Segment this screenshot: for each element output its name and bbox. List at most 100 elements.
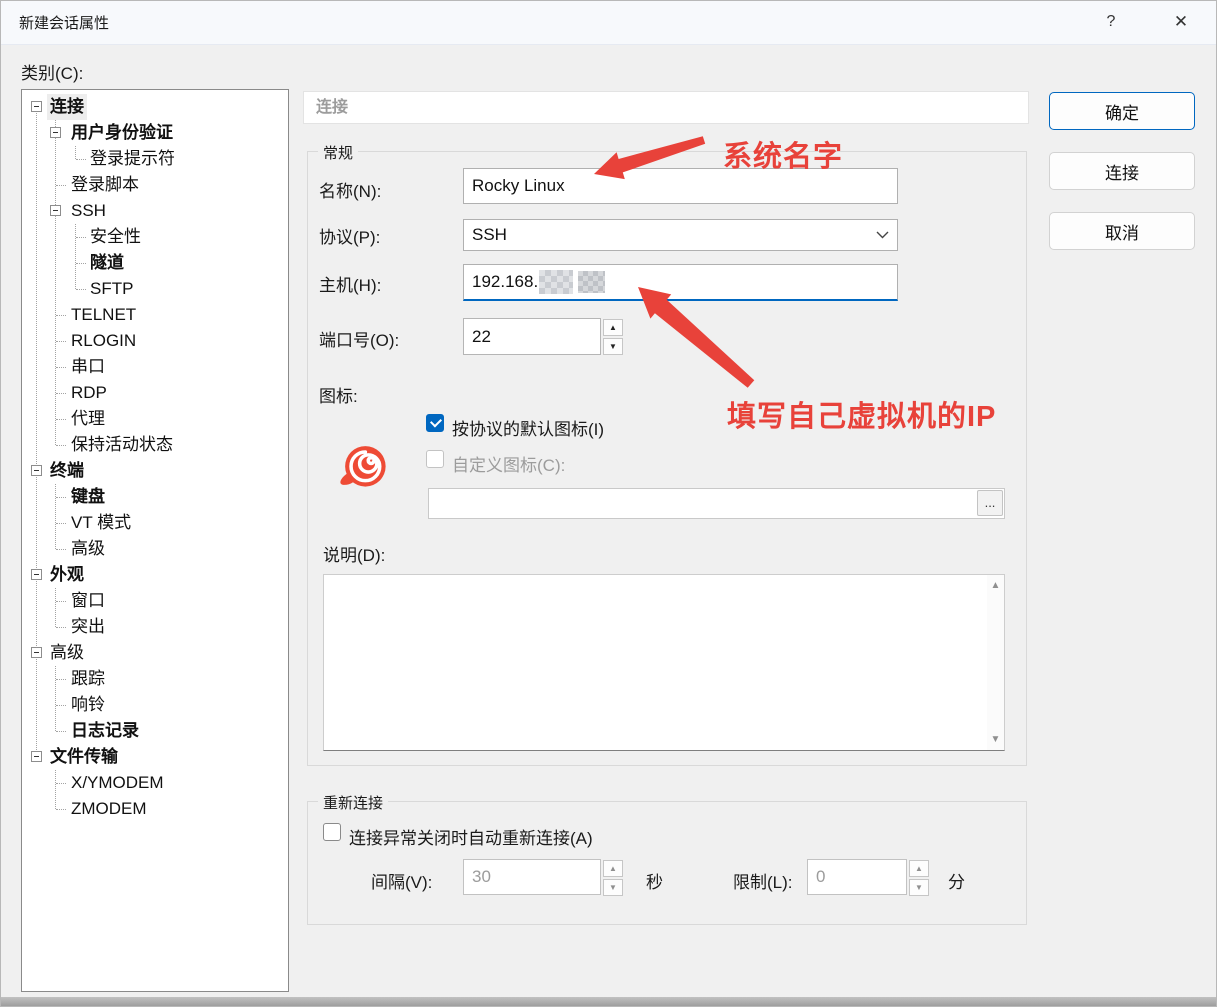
tree-item-label: 串口	[68, 354, 108, 380]
tree-item[interactable]: 登录脚本	[22, 172, 288, 198]
tree-stub-line	[56, 731, 66, 732]
tree-item-label: 突出	[68, 614, 108, 640]
default-icon-checkbox[interactable]	[426, 414, 444, 432]
tree-item[interactable]: 键盘	[22, 484, 288, 510]
scroll-down-icon[interactable]: ▼	[987, 731, 1004, 748]
connect-button[interactable]: 连接	[1049, 152, 1195, 190]
tree-item-label: TELNET	[68, 302, 139, 328]
tree-stub-line	[56, 627, 66, 628]
spin-down-icon[interactable]: ▼	[603, 879, 623, 896]
ok-button[interactable]: 确定	[1049, 92, 1195, 130]
collapse-minus-icon[interactable]	[31, 751, 42, 762]
port-input[interactable]: 22	[463, 318, 601, 355]
tree-item[interactable]: 高级	[22, 640, 288, 666]
tree-item[interactable]: RDP	[22, 380, 288, 406]
tree-item[interactable]: 终端	[22, 458, 288, 484]
host-input[interactable]: 192.168.	[463, 264, 898, 301]
tree-item[interactable]: SSH	[22, 198, 288, 224]
description-textarea[interactable]: ▲ ▼	[323, 574, 1005, 751]
tree-item[interactable]: 窗口	[22, 588, 288, 614]
tree-item[interactable]: SFTP	[22, 276, 288, 302]
tree-item-label: 隧道	[87, 250, 127, 276]
collapse-minus-icon[interactable]	[50, 127, 61, 138]
tree-stub-line	[56, 549, 66, 550]
tree-item[interactable]: 外观	[22, 562, 288, 588]
spin-up-icon[interactable]: ▲	[603, 319, 623, 336]
page-title: 连接	[303, 91, 1029, 124]
censored-host-blur	[539, 270, 573, 294]
spin-down-icon[interactable]: ▼	[909, 879, 929, 896]
collapse-minus-icon[interactable]	[31, 647, 42, 658]
tree-stub-line	[56, 315, 66, 316]
tree-item-label: 用户身份验证	[68, 120, 176, 146]
limit-input[interactable]: 0	[807, 859, 907, 895]
new-session-properties-dialog: 新建会话属性 ? ✕ 类别(C): 连接用户身份验证登录提示符登录脚本SSH安全…	[0, 0, 1217, 1007]
tree-item[interactable]: 响铃	[22, 692, 288, 718]
tree-item-label: 登录脚本	[68, 172, 142, 198]
custom-icon-path-input[interactable]	[428, 488, 1005, 519]
chevron-down-icon	[876, 231, 889, 239]
tree-item-label: 跟踪	[68, 666, 108, 692]
spin-down-icon[interactable]: ▼	[603, 338, 623, 355]
close-icon[interactable]: ✕	[1164, 7, 1198, 37]
tree-stub-line	[76, 159, 86, 160]
tree-item[interactable]: 安全性	[22, 224, 288, 250]
protocol-label: 协议(P):	[319, 223, 380, 248]
tree-stub-line	[56, 705, 66, 706]
reconnect-group-legend: 重新连接	[318, 792, 388, 813]
tree-item-label: 窗口	[68, 588, 108, 614]
titlebar: 新建会话属性 ? ✕	[1, 1, 1216, 45]
tree-item-label: 代理	[68, 406, 108, 432]
tree-item[interactable]: 突出	[22, 614, 288, 640]
tree-item-label: RLOGIN	[68, 328, 139, 354]
tree-item[interactable]: 隧道	[22, 250, 288, 276]
tree-item[interactable]: X/YMODEM	[22, 770, 288, 796]
interval-label: 间隔(V):	[371, 868, 432, 893]
tree-item-label: VT 模式	[68, 510, 134, 536]
collapse-minus-icon[interactable]	[31, 101, 42, 112]
tree-item[interactable]: TELNET	[22, 302, 288, 328]
tree-item-label: X/YMODEM	[68, 770, 167, 796]
tree-item[interactable]: ZMODEM	[22, 796, 288, 822]
collapse-minus-icon[interactable]	[31, 465, 42, 476]
tree-stub-line	[56, 445, 66, 446]
tree-item[interactable]: 用户身份验证	[22, 120, 288, 146]
spin-up-icon[interactable]: ▲	[603, 860, 623, 877]
custom-icon-checkbox-label: 自定义图标(C):	[452, 451, 565, 476]
description-scrollbar[interactable]: ▲ ▼	[987, 575, 1004, 750]
tree-stub-line	[56, 393, 66, 394]
custom-icon-checkbox[interactable]	[426, 450, 444, 468]
collapse-minus-icon[interactable]	[31, 569, 42, 580]
cancel-button[interactable]: 取消	[1049, 212, 1195, 250]
limit-stepper: ▲ ▼	[909, 860, 929, 896]
tree-item-label: 安全性	[87, 224, 144, 250]
tree-item[interactable]: 跟踪	[22, 666, 288, 692]
auto-reconnect-checkbox[interactable]	[323, 823, 341, 841]
scroll-up-icon[interactable]: ▲	[987, 577, 1004, 594]
limit-label: 限制(L):	[733, 868, 793, 893]
tree-item[interactable]: 代理	[22, 406, 288, 432]
tree-item-label: 文件传输	[47, 744, 121, 770]
tree-item[interactable]: 连接	[22, 94, 288, 120]
collapse-minus-icon[interactable]	[50, 205, 61, 216]
spin-up-icon[interactable]: ▲	[909, 860, 929, 877]
browse-button[interactable]: ...	[977, 490, 1003, 516]
category-label: 类别(C):	[21, 59, 83, 84]
tree-stub-line	[76, 263, 86, 264]
tree-stub-line	[56, 419, 66, 420]
tree-item[interactable]: 串口	[22, 354, 288, 380]
tree-item-label: 登录提示符	[87, 146, 178, 172]
tree-item[interactable]: 登录提示符	[22, 146, 288, 172]
tree-item[interactable]: 高级	[22, 536, 288, 562]
limit-unit-label: 分	[948, 868, 965, 893]
tree-item-label: 保持活动状态	[68, 432, 176, 458]
protocol-select[interactable]: SSH	[463, 219, 898, 251]
tree-item[interactable]: VT 模式	[22, 510, 288, 536]
help-icon[interactable]: ?	[1094, 7, 1128, 37]
tree-item[interactable]: RLOGIN	[22, 328, 288, 354]
tree-item[interactable]: 日志记录	[22, 718, 288, 744]
tree-item-label: RDP	[68, 380, 110, 406]
tree-item[interactable]: 文件传输	[22, 744, 288, 770]
tree-item[interactable]: 保持活动状态	[22, 432, 288, 458]
interval-input[interactable]: 30	[463, 859, 601, 895]
